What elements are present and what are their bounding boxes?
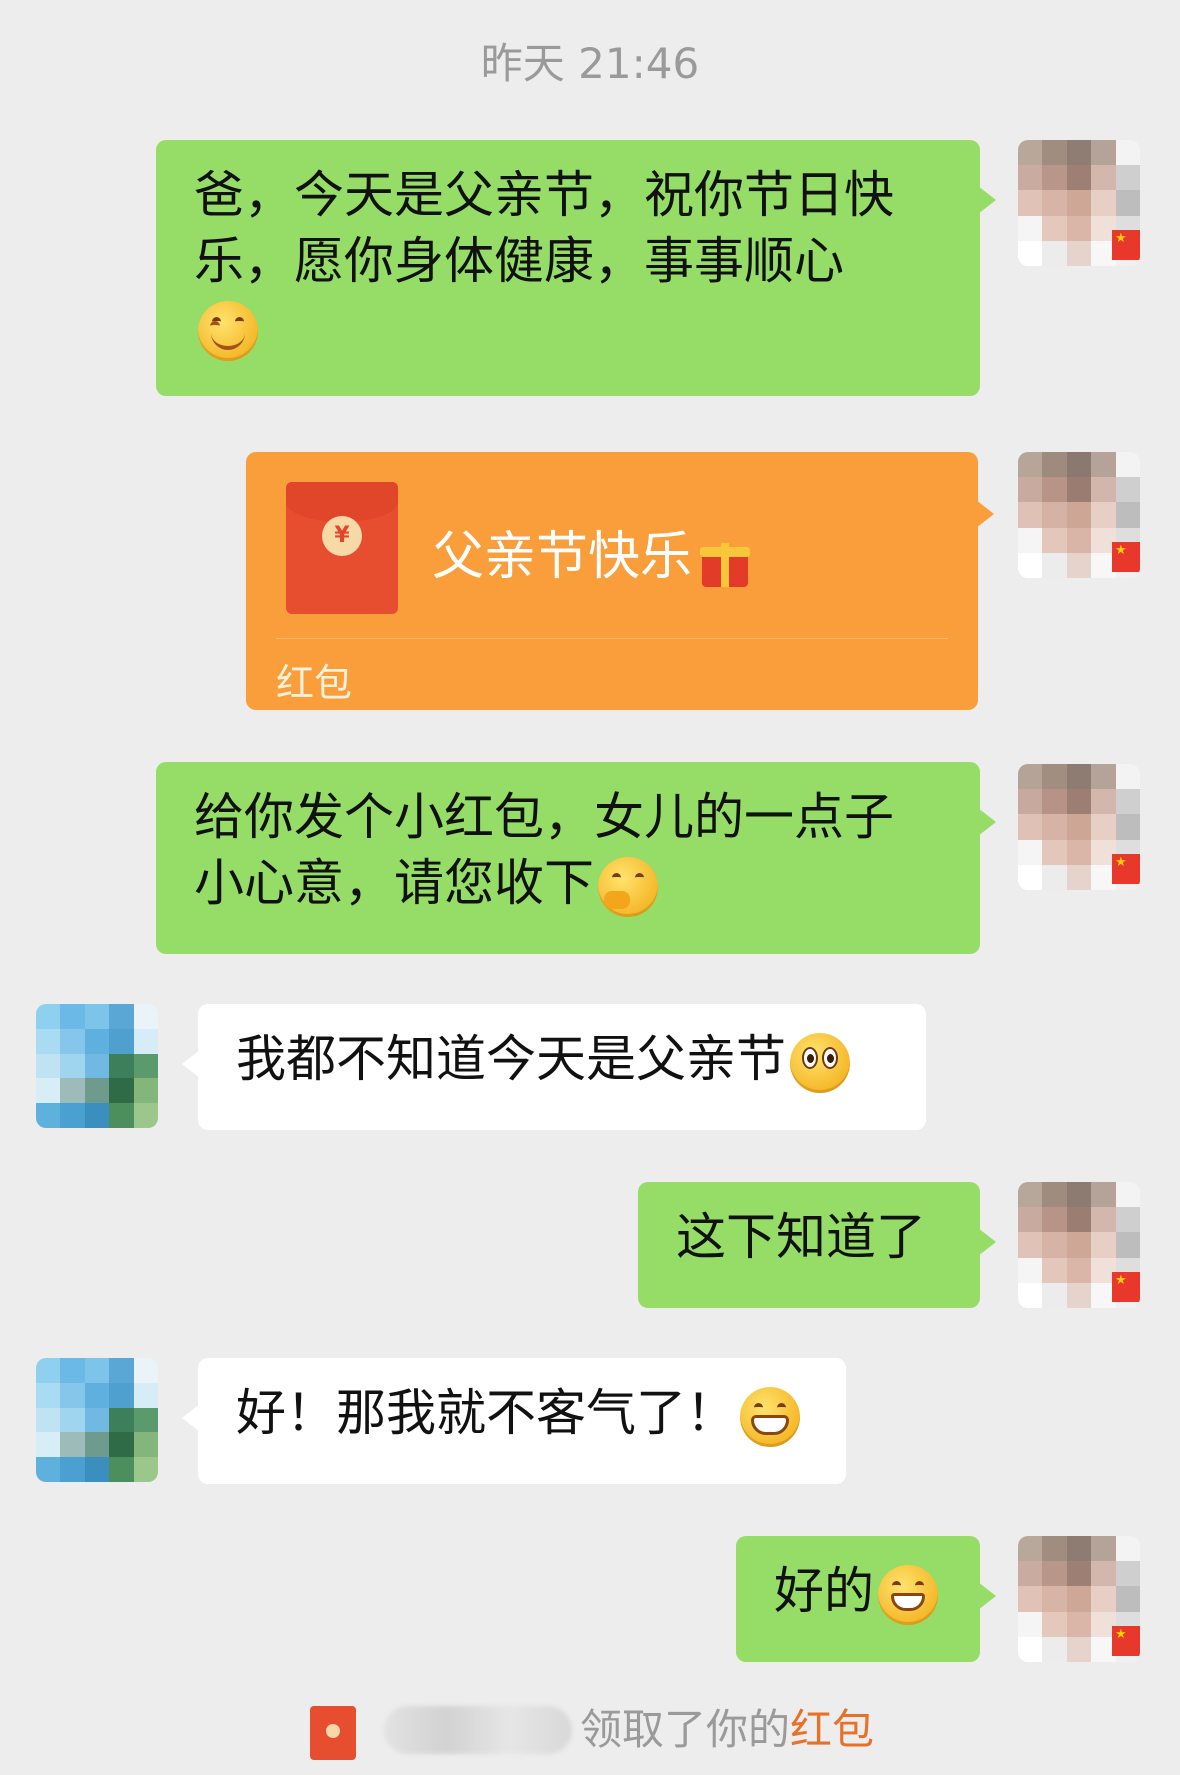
- message-bubble[interactable]: 我都不知道今天是父亲节: [182, 1004, 926, 1130]
- red-packet-received-notice: 领取了你的红包: [310, 1700, 910, 1760]
- smile-icon: [198, 300, 258, 361]
- timestamp: 昨天 21:46: [480, 39, 700, 88]
- avatar[interactable]: [36, 1004, 158, 1128]
- red-packet-icon: ¥: [286, 482, 398, 614]
- avatar[interactable]: [36, 1358, 158, 1482]
- avatar[interactable]: [1018, 1182, 1140, 1308]
- red-packet-title: 父亲节快乐: [432, 514, 752, 589]
- yuan-coin-icon: ¥: [322, 516, 362, 556]
- message-line: 乐，愿你身体健康，事事顺心: [194, 232, 844, 290]
- grin-icon: [740, 1386, 800, 1447]
- thinking-icon: [598, 856, 658, 917]
- notice-text: 领取了你的红包: [580, 1705, 875, 1754]
- message-bubble[interactable]: 好的: [736, 1536, 996, 1662]
- message-line: 我都不知道今天是父亲节: [236, 1026, 888, 1093]
- message-bubble[interactable]: 这下知道了: [638, 1182, 996, 1308]
- flag-icon: [1112, 542, 1140, 572]
- laugh-icon: [878, 1564, 938, 1625]
- message-bubble[interactable]: 给你发个小红包，女儿的一点子 小心意，请您收下: [156, 762, 996, 954]
- red-packet-link[interactable]: 红包: [790, 1705, 874, 1754]
- flag-icon: [1112, 1272, 1140, 1302]
- message-line: 好！那我就不客气了！: [236, 1380, 808, 1447]
- avatar[interactable]: [1018, 764, 1140, 890]
- blurred-name: [384, 1706, 572, 1754]
- message-line: 给你发个小红包，女儿的一点子: [194, 788, 894, 846]
- gift-icon: [698, 533, 752, 587]
- red-packet-card[interactable]: ¥ 父亲节快乐 红包: [246, 452, 994, 710]
- message-bubble[interactable]: 爸，今天是父亲节，祝你节日快 乐，愿你身体健康，事事顺心: [156, 140, 996, 396]
- red-packet-icon: [310, 1706, 356, 1760]
- divider: [276, 638, 948, 639]
- flag-icon: [1112, 230, 1140, 260]
- avatar[interactable]: [1018, 140, 1140, 266]
- avatar[interactable]: [1018, 1536, 1140, 1662]
- wide-eyed-icon: [790, 1032, 850, 1093]
- message-line: 这下知道了: [676, 1208, 926, 1266]
- message-line: 好的: [774, 1558, 942, 1625]
- flag-icon: [1112, 854, 1140, 884]
- message-line: 小心意，请您收下: [194, 850, 942, 917]
- flag-icon: [1112, 1626, 1140, 1656]
- avatar[interactable]: [1018, 452, 1140, 578]
- red-packet-label: 红包: [276, 661, 353, 705]
- message-line: 爸，今天是父亲节，祝你节日快: [194, 166, 894, 224]
- message-bubble[interactable]: 好！那我就不客气了！: [182, 1358, 846, 1484]
